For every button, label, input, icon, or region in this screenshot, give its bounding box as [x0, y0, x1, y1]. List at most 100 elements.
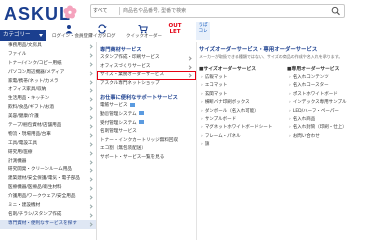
- login-label: ログイン・会員登録: [52, 34, 93, 39]
- custom-order-item[interactable]: 名入れコースター: [289, 82, 367, 90]
- category-item-label: 建築建材/安全保護/電気・電子部品: [8, 176, 81, 182]
- size-order-item[interactable]: サンプルボード: [201, 116, 285, 124]
- utsubo-link[interactable]: うぽ コレ: [196, 22, 210, 40]
- outlet-link[interactable]: OUT LET: [165, 23, 185, 39]
- category-item-label: 事務用品/文房具: [8, 43, 42, 48]
- category-item-label: 工具/電設工具: [8, 140, 38, 146]
- my-catalog-label: マイカタログ: [88, 34, 116, 39]
- support-item-label: トナー・インクカートリッジ無料回収: [100, 137, 179, 143]
- category-menu-button[interactable]: カテゴリー: [0, 30, 46, 41]
- chevron-right-icon: [88, 44, 93, 49]
- size-order-item[interactable]: フレーム・パネル: [201, 133, 285, 141]
- category-item[interactable]: パソコン周辺機器/メディア: [0, 69, 96, 78]
- category-item-label: ミニ・建設機材: [8, 203, 41, 209]
- size-order-heading: ■サイズオーダーサービス: [199, 67, 257, 72]
- specialty-item[interactable]: スタンプ作成・印刷サービス: [97, 54, 196, 63]
- custom-order-item[interactable]: お問い合わせ: [289, 133, 367, 141]
- specialty-item[interactable]: サイズ・業務オーダーサービス: [97, 71, 196, 80]
- login-button[interactable]: ログイン・会員登録: [52, 24, 93, 42]
- category-item[interactable]: 研究用/医療: [0, 149, 96, 158]
- chevron-right-icon: [88, 71, 93, 76]
- category-item[interactable]: 生活用品・キッチン: [0, 95, 96, 104]
- custom-order-item[interactable]: 名入れ封筒（印刷・仕上）: [289, 124, 367, 132]
- custom-order-item[interactable]: ポストホワイトボード: [289, 91, 367, 99]
- specialty-item-label: スタンプ作成・印刷サービス: [100, 55, 160, 60]
- category-item[interactable]: 事務用品/文房具: [0, 42, 96, 51]
- category-item-label: 物流・現場用品/台車: [8, 131, 51, 137]
- search-divider: [119, 7, 120, 15]
- search-scope-select[interactable]: すべて: [93, 6, 119, 16]
- category-item-label: 介護用品/ワークウェア/安全用品: [8, 194, 76, 200]
- search-input[interactable]: [123, 5, 323, 17]
- support-item-label: 勤怠管理システム: [100, 111, 137, 117]
- category-item[interactable]: 物流・現場用品/台車: [0, 131, 96, 140]
- category-item[interactable]: 工具/電設工具: [0, 140, 96, 149]
- category-item[interactable]: 専門資材・便利なサービスを探す: [0, 219, 96, 229]
- size-order-item[interactable]: 横断バナ印刷ボックス: [201, 99, 285, 107]
- support-item[interactable]: サポート・サービス一覧を見る: [97, 154, 196, 163]
- category-item[interactable]: ファイル: [0, 51, 96, 60]
- size-order-item[interactable]: 広報マット: [201, 74, 285, 82]
- custom-order-item[interactable]: 名入れコンテンツ: [289, 74, 367, 82]
- category-item[interactable]: 研究開発・クリーンルーム用品: [0, 166, 96, 175]
- chevron-right-icon: [88, 79, 93, 85]
- specialty-item[interactable]: アスクル専門ネットショップ: [97, 80, 196, 89]
- category-item-label: 美容/健康/介護: [8, 114, 39, 120]
- specialty-item[interactable]: オフィスづくりサービス: [97, 63, 196, 72]
- chevron-right-icon: [187, 56, 192, 61]
- cart-icon: [138, 25, 148, 34]
- chevron-down-icon: [39, 34, 43, 37]
- category-item[interactable]: 計測機器: [0, 158, 96, 167]
- category-item[interactable]: 家電/携帯/ネット/カメラ: [0, 78, 96, 87]
- askul-logo[interactable]: ASKUL: [4, 4, 71, 25]
- order-section-title[interactable]: サイズオーダーサービス・専用オーダーサービス: [199, 46, 367, 54]
- service-column: 専門商材サービス スタンプ作成・印刷サービス オフィスづくりサービス サイズ・業務オ…: [97, 42, 197, 240]
- category-item[interactable]: 建築建材/安全保護/電気・電子部品: [0, 175, 96, 184]
- support-item-label: 名刺管理サービス: [100, 129, 137, 135]
- size-order-item[interactable]: ダンボール（名入れ可能）: [201, 108, 285, 116]
- category-dropdown-panel: 専門商材サービス スタンプ作成・印刷サービス オフィスづくりサービス サイズ・業務オ…: [97, 42, 367, 240]
- person-icon: [65, 25, 73, 34]
- external-link-icon: [138, 120, 144, 125]
- support-item[interactable]: 名刺管理サービス: [97, 128, 196, 137]
- support-item[interactable]: 勤怠管理システム: [97, 111, 196, 120]
- category-item-label: 医療機器/医療品/衛生材料: [8, 185, 62, 191]
- my-catalog-button[interactable]: マイカタログ: [85, 24, 119, 42]
- support-item-label: 電帳サービス: [100, 103, 128, 109]
- size-order-item[interactable]: 玄関マット: [201, 91, 285, 99]
- custom-order-item[interactable]: 名入れ商品: [289, 116, 367, 124]
- category-item[interactable]: 介護用品/ワークウェア/安全用品: [0, 193, 96, 202]
- category-item[interactable]: テープ/梱包資材/店舗用品: [0, 122, 96, 131]
- category-item[interactable]: 美容/健康/介護: [0, 113, 96, 122]
- category-item-label: オフィス家具/収納: [8, 87, 47, 93]
- order-section-description: メーカーが取扱できる種類ではない、サイズの商品の作成や名入れを承ります。: [199, 54, 343, 59]
- category-item-label: トナー/インク/コピー用紙: [8, 60, 62, 66]
- specialty-item-label: サイズ・業務オーダーサービス: [100, 72, 165, 78]
- quick-order-button[interactable]: クイックオーダー: [126, 24, 162, 42]
- custom-order-item[interactable]: インデックス専用サンプル: [289, 99, 367, 107]
- category-item[interactable]: 名刺/チラシ/スタンプ作成: [0, 211, 96, 220]
- size-order-item[interactable]: 旗: [201, 141, 285, 149]
- size-order-item[interactable]: マグネットホワイトボードシート: [201, 124, 285, 132]
- support-item[interactable]: エコ割（無包装配送）: [97, 145, 196, 154]
- support-item[interactable]: 受付管理システム: [97, 120, 196, 129]
- category-item-label: 計測機器: [8, 158, 27, 164]
- search-icon[interactable]: [330, 6, 342, 16]
- category-item-label: テープ/梱包資材/店舗用品: [8, 123, 62, 129]
- support-item[interactable]: トナー・インクカートリッジ無料回収: [97, 137, 196, 146]
- custom-order-item[interactable]: LED/ハーフ・ペーパー: [289, 108, 367, 116]
- size-order-list: 広報マットエコマット玄関マット横断バナ印刷ボックスダンボール（名入れ可能）サンプ…: [201, 74, 285, 150]
- category-item[interactable]: 飲料/食品/ギフト/お酒: [0, 104, 96, 113]
- chevron-right-icon: [88, 62, 93, 67]
- category-item[interactable]: 医療機器/医療品/衛生材料: [0, 184, 96, 193]
- category-list: 事務用品/文房具ファイル トナー/インク/コピー用紙パソコン周辺機器/メディア 家電…: [0, 42, 97, 240]
- category-item-label: 生活用品・キッチン: [8, 96, 50, 102]
- size-order-item[interactable]: エコマット: [201, 82, 285, 90]
- support-item[interactable]: 電帳サービス: [97, 102, 196, 111]
- quick-order-label: クイックオーダー: [126, 34, 162, 39]
- external-link-icon: [129, 102, 135, 107]
- category-item[interactable]: オフィス家具/収納: [0, 86, 96, 95]
- category-item[interactable]: ミニ・建設機材: [0, 202, 96, 211]
- category-item[interactable]: トナー/インク/コピー用紙: [0, 60, 96, 69]
- category-item-label: 専門資材・便利なサービスを探す: [8, 220, 77, 226]
